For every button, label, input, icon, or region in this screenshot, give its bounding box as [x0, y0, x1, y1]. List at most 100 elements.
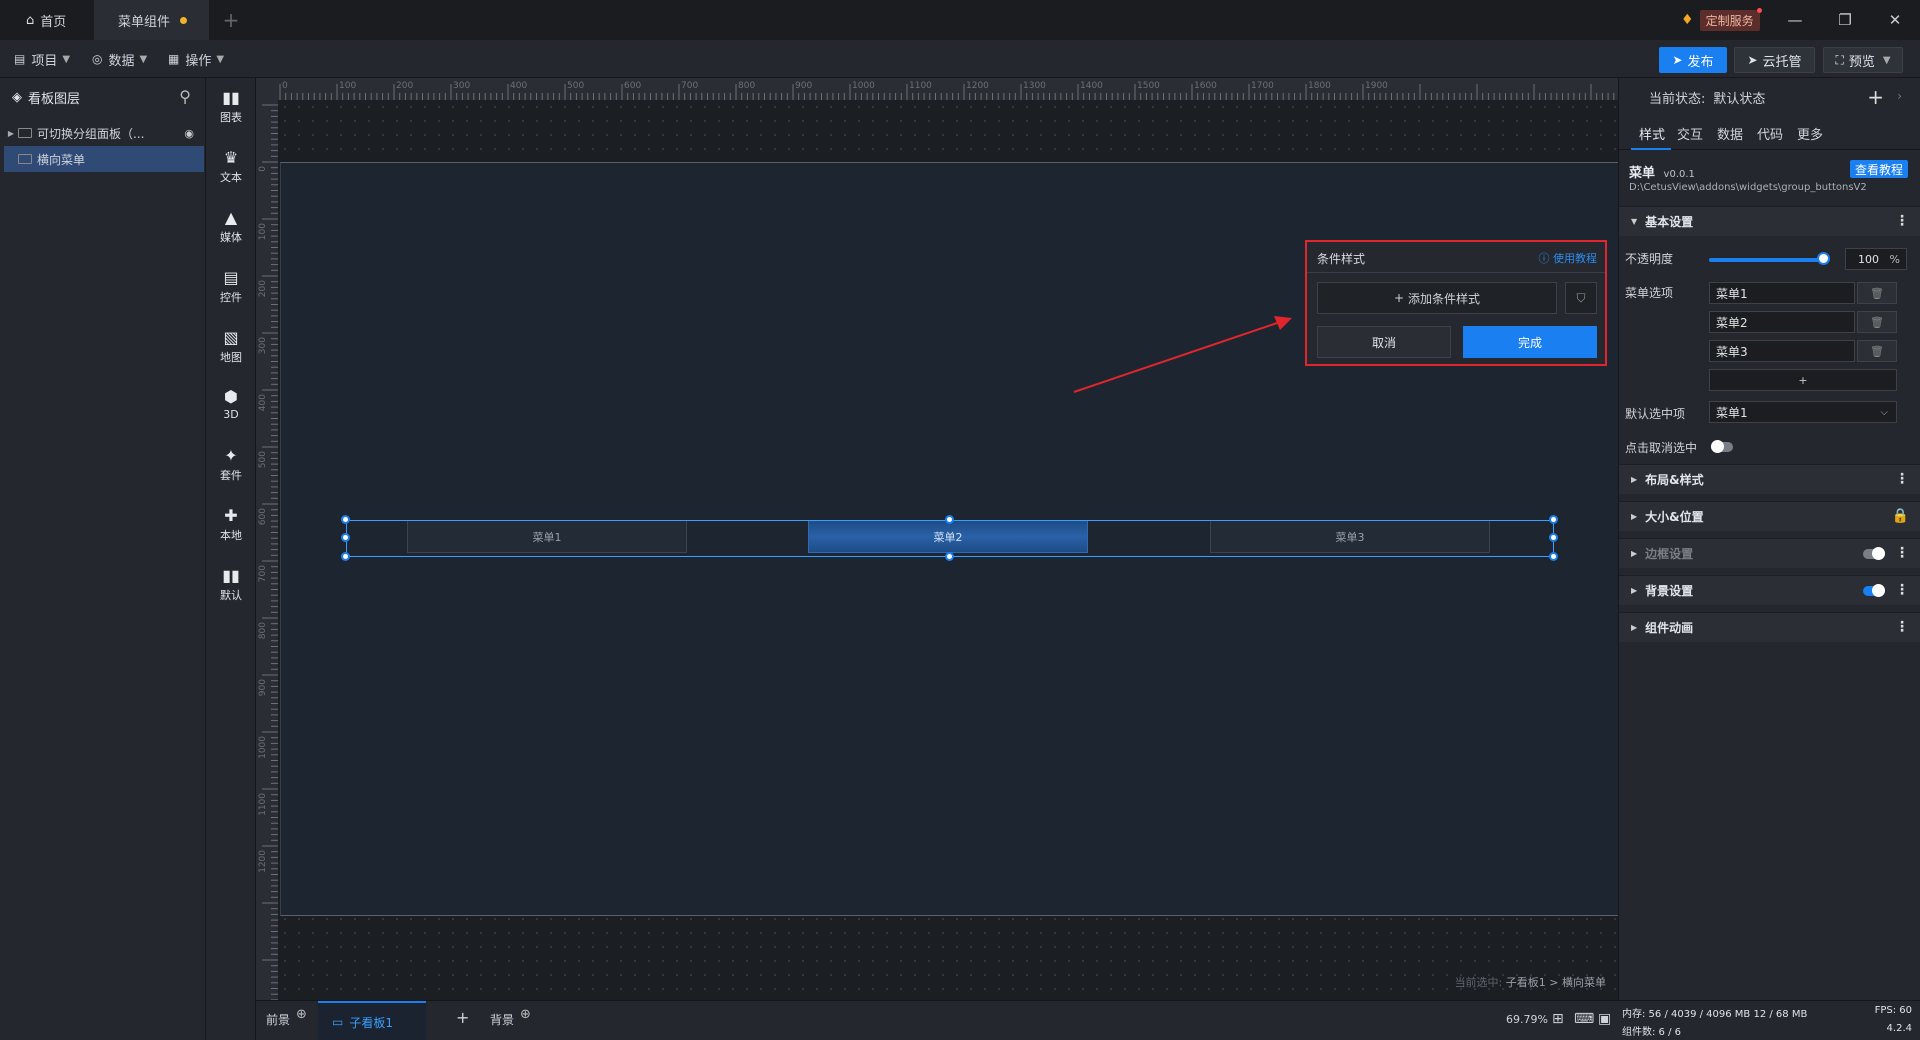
- tab-interaction[interactable]: 交互: [1677, 124, 1703, 143]
- opacity-slider-track[interactable]: [1709, 258, 1821, 262]
- background-toggle[interactable]: [1863, 584, 1885, 597]
- cloud-hosting-button[interactable]: ➤ 云托管: [1734, 47, 1815, 73]
- expand-arrow-icon[interactable]: ▶: [4, 129, 18, 138]
- component-local[interactable]: ✚ 本地: [206, 496, 256, 552]
- resize-handle-left[interactable]: [341, 533, 350, 542]
- eye-icon[interactable]: ◉: [184, 127, 194, 140]
- tab-code[interactable]: 代码: [1757, 124, 1783, 143]
- default-selected-select[interactable]: 菜单1 ⌵: [1709, 401, 1897, 423]
- add-state-icon[interactable]: +: [1867, 85, 1884, 109]
- resize-handle-bottom[interactable]: [945, 552, 954, 561]
- tutorial-link[interactable]: ⓘ 使用教程: [1539, 250, 1598, 266]
- trash-icon[interactable]: 🗑: [1857, 282, 1897, 304]
- component-media[interactable]: ▲ 媒体: [206, 198, 256, 254]
- done-button[interactable]: 完成: [1463, 326, 1597, 358]
- preview-button[interactable]: ⛶ 预览 ▼: [1823, 47, 1903, 73]
- resize-handle-bottom-right[interactable]: [1549, 552, 1558, 561]
- tab-data[interactable]: 数据: [1717, 124, 1743, 143]
- sub-board-tab[interactable]: ▭ 子看板1: [318, 1001, 426, 1040]
- layer-item-group-panel[interactable]: ▶ 可切换分组面板（... ◉: [4, 120, 204, 146]
- menu-option-input-2[interactable]: 菜单2: [1709, 311, 1855, 333]
- section-animation[interactable]: ▶ 组件动画 ⋮: [1619, 612, 1920, 642]
- add-background-icon[interactable]: ⊕: [520, 1007, 531, 1022]
- ruler-tick-label: 1200: [966, 81, 989, 91]
- cancel-button[interactable]: 取消: [1317, 326, 1451, 358]
- section-title: 大小&位置: [1645, 510, 1704, 524]
- filter-icon[interactable]: ⛉: [1565, 282, 1597, 314]
- kebab-icon[interactable]: ⋮: [1895, 213, 1909, 229]
- chart-icon: ▮▮: [222, 87, 240, 107]
- current-selection-path: 子看板1 > 横向菜单: [1505, 976, 1606, 989]
- help-icon: ⓘ: [1538, 252, 1550, 265]
- component-chart[interactable]: ▮▮ 图表: [206, 78, 256, 134]
- menu-project[interactable]: ▤ 项目 ▼: [14, 40, 70, 78]
- condition-style-title: 条件样式: [1317, 252, 1366, 266]
- layer-item-horizontal-menu[interactable]: 横向菜单: [4, 146, 204, 172]
- add-menu-option-button[interactable]: +: [1709, 369, 1897, 391]
- view-tutorial-button[interactable]: 查看教程: [1850, 160, 1908, 178]
- section-basic-settings[interactable]: ▼ 基本设置 ⋮: [1619, 206, 1920, 236]
- publish-button[interactable]: ➤ 发布: [1659, 47, 1727, 73]
- search-icon[interactable]: ⚲: [179, 87, 191, 106]
- chevron-right-icon[interactable]: ›: [1897, 89, 1902, 103]
- section-border[interactable]: ▶ 边框设置 ⋮: [1619, 538, 1920, 568]
- tab-menu-component[interactable]: 菜单组件: [94, 0, 209, 40]
- trash-icon[interactable]: 🗑: [1857, 311, 1897, 333]
- tab-home[interactable]: ⌂ 首页: [0, 0, 94, 40]
- click-cancel-toggle[interactable]: [1711, 440, 1733, 453]
- ruler-tick-label: 1000: [852, 81, 875, 91]
- ruler-tick-label: 700: [681, 81, 699, 91]
- section-size-position[interactable]: ▶ 大小&位置 🔒: [1619, 501, 1920, 531]
- component-control[interactable]: ▤ 控件: [206, 258, 256, 314]
- component-map[interactable]: ▧ 地图: [206, 318, 256, 374]
- resize-handle-right[interactable]: [1549, 533, 1558, 542]
- add-foreground-icon[interactable]: ⊕: [296, 1007, 307, 1022]
- component-3d[interactable]: ⬢ 3D: [206, 376, 256, 432]
- resize-handle-top[interactable]: [945, 515, 954, 524]
- ruler-tick-label: 400: [510, 81, 528, 91]
- terminal-icon[interactable]: ▣: [1598, 1011, 1611, 1027]
- tab-more[interactable]: 更多: [1797, 124, 1823, 143]
- kebab-icon[interactable]: ⋮: [1895, 471, 1909, 487]
- default-selected-label: 默认选中项: [1625, 407, 1686, 421]
- trash-icon[interactable]: 🗑: [1857, 340, 1897, 362]
- section-background[interactable]: ▶ 背景设置 ⋮: [1619, 575, 1920, 605]
- background-tab[interactable]: 背景: [490, 1011, 514, 1028]
- add-board-button[interactable]: +: [456, 1008, 469, 1027]
- component-default[interactable]: ▮▮ 默认: [206, 556, 256, 612]
- tab-style[interactable]: 样式: [1639, 124, 1665, 143]
- foreground-tab[interactable]: 前景: [266, 1011, 290, 1028]
- component-suite[interactable]: ✦ 套件: [206, 436, 256, 492]
- close-button[interactable]: ✕: [1880, 8, 1910, 32]
- component-text[interactable]: ♛ 文本: [206, 138, 256, 194]
- send-icon: ➤: [1747, 53, 1758, 67]
- border-toggle[interactable]: [1863, 547, 1885, 560]
- fit-screen-icon[interactable]: ⊞: [1552, 1011, 1564, 1027]
- kebab-icon[interactable]: ⋮: [1895, 545, 1909, 561]
- caret-right-icon: ▶: [1631, 475, 1638, 484]
- kebab-icon[interactable]: ⋮: [1895, 582, 1909, 598]
- minimize-button[interactable]: —: [1780, 8, 1810, 32]
- new-tab-button[interactable]: +: [216, 0, 246, 40]
- menu-option-input-1[interactable]: 菜单1: [1709, 282, 1855, 304]
- unsaved-dot-icon: [180, 16, 188, 24]
- opacity-input[interactable]: 100 %: [1845, 248, 1907, 270]
- menu-option-input-3[interactable]: 菜单3: [1709, 340, 1855, 362]
- resize-handle-bottom-left[interactable]: [341, 552, 350, 561]
- menu-data[interactable]: ◎ 数据 ▼: [92, 40, 147, 78]
- menu-operation[interactable]: ▦ 操作 ▼: [168, 40, 224, 78]
- zoom-level[interactable]: 69.79%: [1506, 1013, 1548, 1026]
- fps-status: FPS: 60: [1874, 1005, 1912, 1016]
- resize-handle-top-left[interactable]: [341, 515, 350, 524]
- lock-icon[interactable]: 🔒: [1892, 508, 1909, 524]
- section-layout-style[interactable]: ▶ 布局&样式 ⋮: [1619, 464, 1920, 494]
- restore-button[interactable]: ❐: [1830, 8, 1860, 32]
- resize-handle-top-right[interactable]: [1549, 515, 1558, 524]
- opacity-slider-thumb[interactable]: [1817, 252, 1830, 265]
- custom-service-button[interactable]: ♦ 定制服务: [1681, 7, 1762, 31]
- current-state-label: 当前状态:: [1649, 91, 1706, 107]
- keyboard-icon[interactable]: ⌨: [1574, 1011, 1594, 1027]
- kebab-icon[interactable]: ⋮: [1895, 619, 1909, 635]
- add-condition-style-button[interactable]: + 添加条件样式: [1317, 282, 1557, 314]
- widget-name: 菜单 v0.0.1: [1629, 162, 1695, 181]
